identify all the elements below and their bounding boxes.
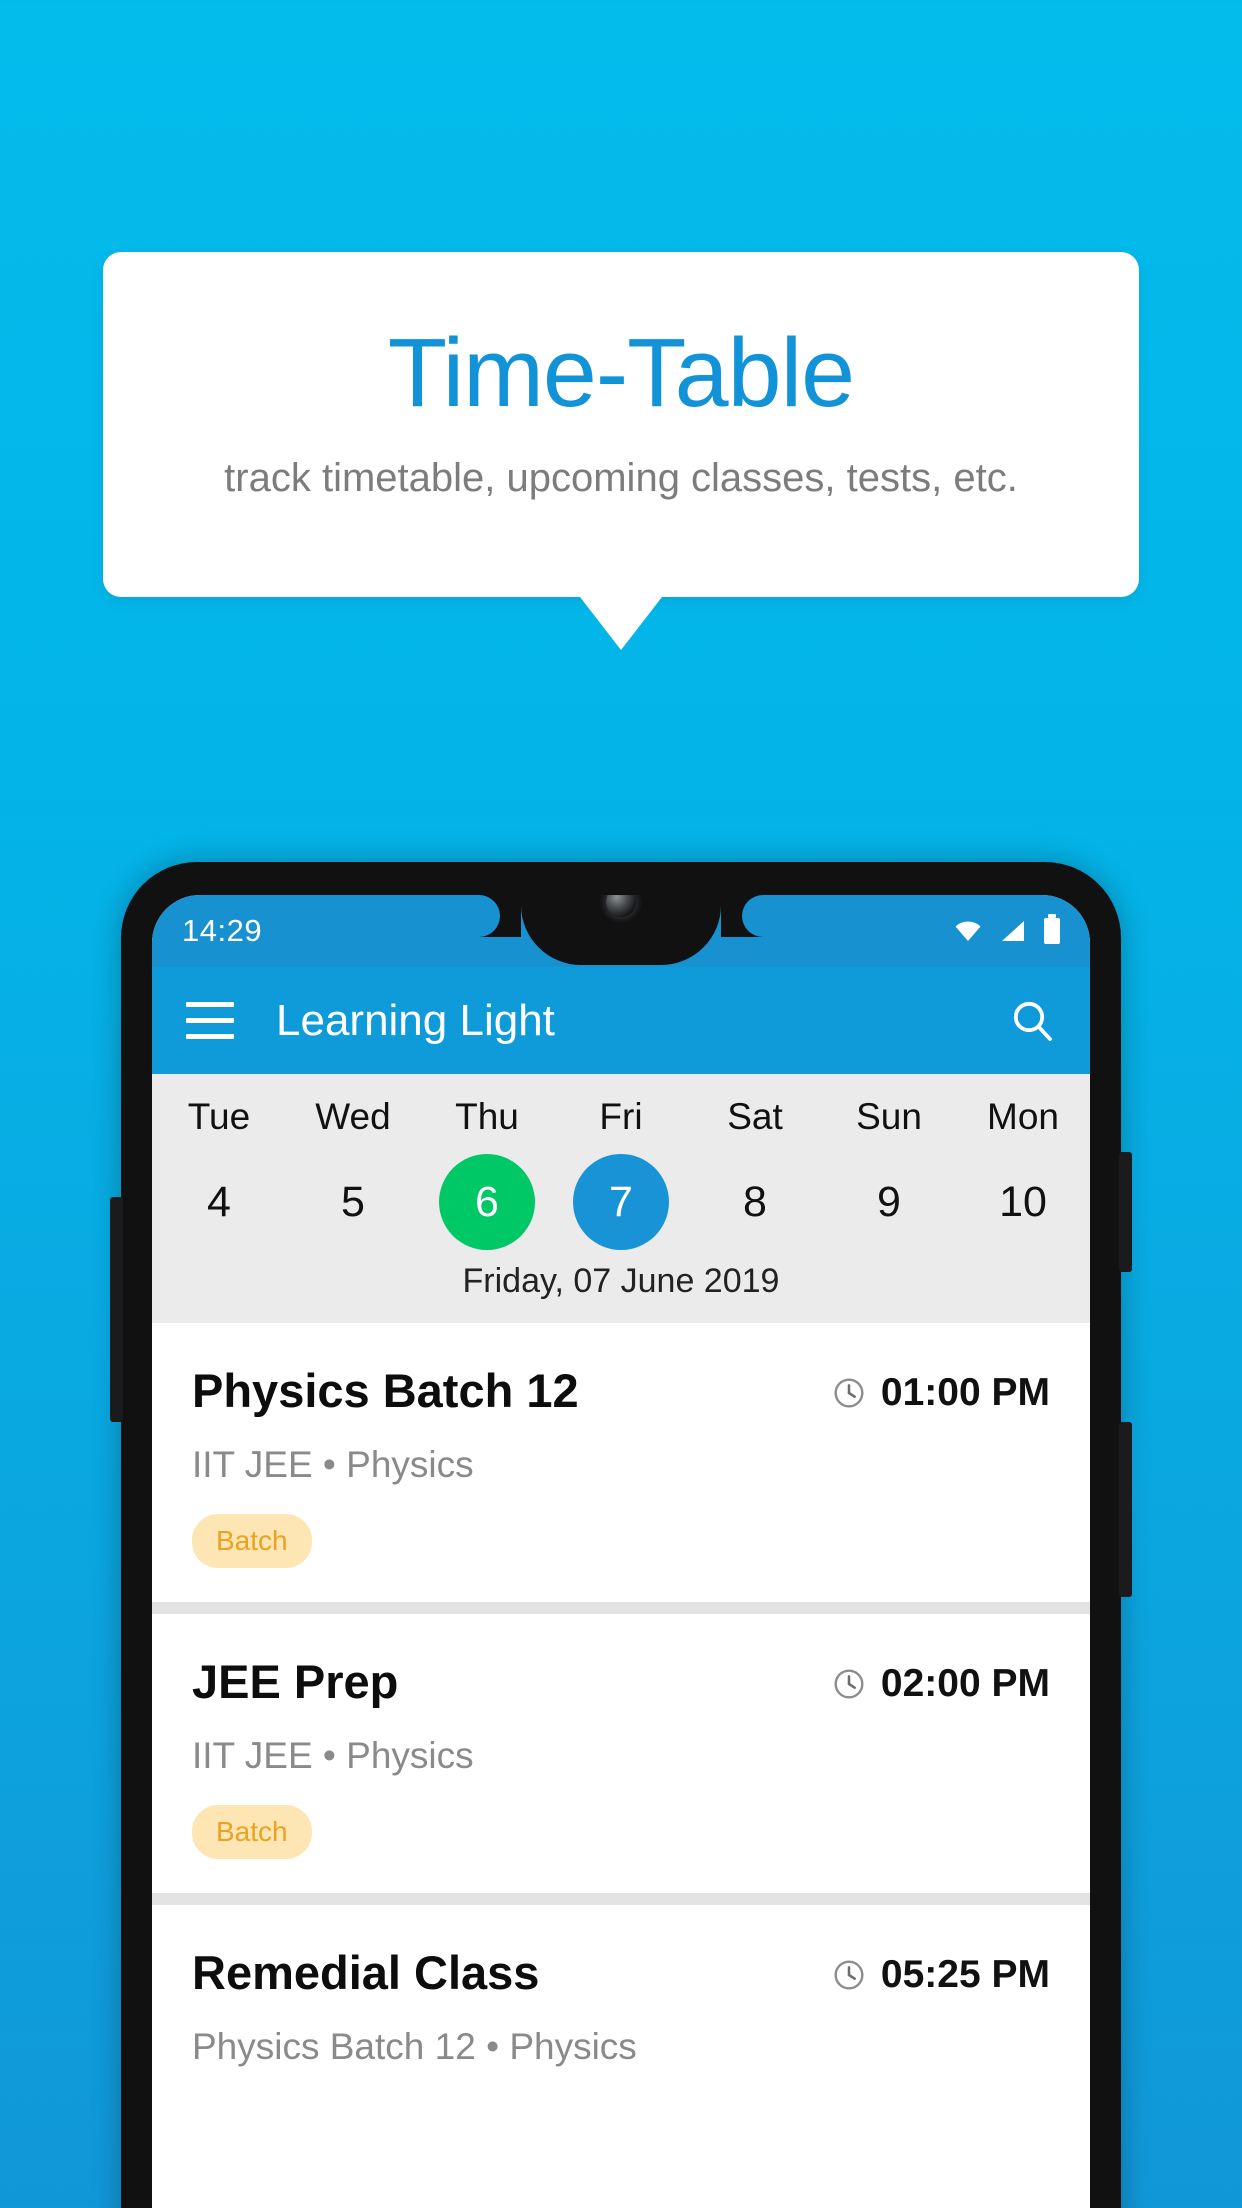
battery-icon (1044, 914, 1060, 944)
page-subtitle: track timetable, upcoming classes, tests… (224, 455, 1018, 500)
phone-side-button-left (110, 1197, 123, 1422)
class-time: 05:25 PM (880, 1953, 1050, 1996)
class-title: Physics Batch 12 (192, 1364, 579, 1417)
class-time: 02:00 PM (880, 1662, 1050, 1705)
day-name: Tue (187, 1096, 251, 1137)
day-name: Wed (315, 1096, 391, 1137)
class-list-item[interactable]: JEE Prep 02:00 PM IIT JEE • Physics Batc… (152, 1614, 1090, 1893)
search-icon[interactable] (1008, 997, 1056, 1045)
clock-icon (834, 1669, 864, 1699)
status-bar-icons (954, 914, 1060, 944)
day-name: Fri (599, 1096, 643, 1137)
class-list-item[interactable]: Remedial Class 05:25 PM Physics Batch 12… (152, 1905, 1090, 2102)
day-cell-wed[interactable]: Wed 5 (286, 1096, 420, 1250)
day-name: Thu (455, 1096, 519, 1137)
status-badge: Batch (192, 1805, 312, 1859)
class-title: JEE Prep (192, 1655, 399, 1708)
class-list: Physics Batch 12 01:00 PM IIT JEE • Phys… (152, 1323, 1090, 2102)
phone-power-button (1119, 1152, 1132, 1272)
promo-callout-card: Time-Table track timetable, upcoming cla… (103, 252, 1139, 597)
day-number: 9 (877, 1178, 901, 1226)
app-bar: Learning Light (152, 967, 1090, 1074)
status-bar: 14:29 (152, 895, 1090, 967)
page-title: Time-Table (387, 318, 855, 427)
day-number: 10 (999, 1178, 1047, 1226)
day-number-today: 6 (439, 1154, 535, 1250)
phone-volume-button (1119, 1422, 1132, 1597)
class-time: 01:00 PM (880, 1371, 1050, 1414)
callout-tail-arrow (580, 597, 662, 650)
phone-screen: 14:29 Learning Light Tue 4 Wed 5 Thu 6 F… (152, 895, 1090, 2208)
app-bar-title: Learning Light (276, 995, 555, 1045)
day-cell-thu[interactable]: Thu 6 (420, 1096, 554, 1250)
day-number: 8 (743, 1178, 767, 1226)
day-cell-sat[interactable]: Sat 8 (688, 1096, 822, 1250)
day-cell-mon[interactable]: Mon 10 (956, 1096, 1090, 1250)
day-name: Sun (856, 1096, 922, 1137)
hamburger-menu-icon[interactable] (186, 1002, 234, 1039)
wifi-icon (955, 921, 981, 941)
day-name: Mon (987, 1096, 1059, 1137)
clock-icon (834, 1378, 864, 1408)
date-strip: Tue 4 Wed 5 Thu 6 Fri 7 Sat 8 Sun 9 Mon … (152, 1074, 1090, 1323)
day-cell-tue[interactable]: Tue 4 (152, 1096, 286, 1250)
day-number-selected: 7 (573, 1154, 669, 1250)
signal-icon (1002, 921, 1024, 941)
status-badge: Batch (192, 1514, 312, 1568)
day-selector-row: Tue 4 Wed 5 Thu 6 Fri 7 Sat 8 Sun 9 Mon … (152, 1096, 1090, 1250)
selected-date-label: Friday, 07 June 2019 (462, 1262, 780, 1300)
class-subtitle: Physics Batch 12 • Physics (192, 2026, 637, 2067)
day-cell-fri[interactable]: Fri 7 (554, 1096, 688, 1250)
class-subtitle: IIT JEE • Physics (192, 1444, 474, 1485)
class-title: Remedial Class (192, 1946, 540, 1999)
class-list-item[interactable]: Physics Batch 12 01:00 PM IIT JEE • Phys… (152, 1323, 1090, 1602)
day-name: Sat (727, 1096, 783, 1137)
day-number: 5 (341, 1178, 365, 1226)
status-bar-clock: 14:29 (182, 913, 263, 948)
day-cell-sun[interactable]: Sun 9 (822, 1096, 956, 1250)
clock-icon (834, 1960, 864, 1990)
class-subtitle: IIT JEE • Physics (192, 1735, 474, 1776)
phone-mockup: 14:29 Learning Light Tue 4 Wed 5 Thu 6 F… (110, 862, 1132, 2208)
day-number: 4 (207, 1178, 231, 1226)
